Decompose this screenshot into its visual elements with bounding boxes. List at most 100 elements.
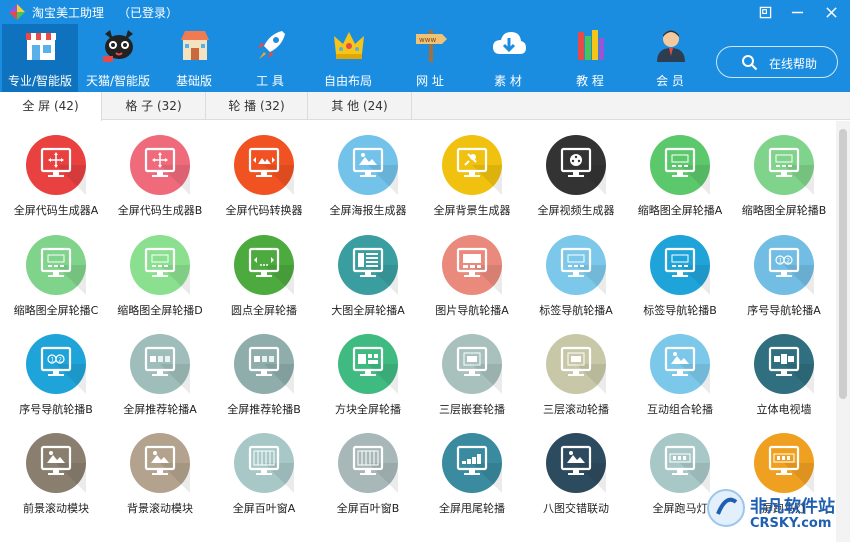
monitor-icon [546, 334, 606, 394]
module-tile-label: 缩略图全屏轮播A [637, 204, 723, 217]
module-tile[interactable]: 大图全屏轮播A [316, 221, 420, 319]
nav-item-materials[interactable]: 素 材 [470, 24, 546, 92]
module-tile[interactable]: 全屏视频生成器 [524, 121, 628, 219]
module-tile[interactable]: 全屏背景生成器 [420, 121, 524, 219]
module-tile[interactable]: 互动组合轮播 [628, 320, 732, 418]
module-tile[interactable]: 缩略图全屏轮播B [732, 121, 836, 219]
nav-label: 会 员 [656, 74, 684, 88]
monitor-icon [234, 334, 294, 394]
nav-item-basic[interactable]: 基础版 [156, 24, 232, 92]
tab-carousel[interactable]: 轮 播 (32) [206, 92, 308, 120]
tab-grid[interactable]: 格 子 (32) [102, 92, 206, 120]
monitor-icon [650, 235, 710, 295]
module-tile[interactable]: 前景滚动模块 [4, 419, 108, 517]
nav-item-free-layout[interactable]: 自由布局 [310, 24, 386, 92]
module-tile[interactable]: 全屏推荐轮播A [108, 320, 212, 418]
module-tile[interactable]: 标签导航轮播B [628, 221, 732, 319]
module-tile[interactable]: 全屏推荐轮播B [212, 320, 316, 418]
tab-fullscreen[interactable]: 全 屏 (42) [0, 92, 102, 121]
nav-item-tutorials[interactable]: 教 程 [552, 24, 628, 92]
module-tile[interactable]: 立体电视墙 [732, 320, 836, 418]
nav-item-pro[interactable]: 专业/智能版 [2, 24, 78, 92]
tab-other[interactable]: 其 他 (24) [308, 92, 412, 120]
module-tile[interactable]: 三层嵌套轮播 [420, 320, 524, 418]
title-bar: 淘宝美工助理 （已登录） [0, 0, 850, 24]
monitor-icon [442, 433, 502, 493]
watermark-logo-icon [707, 489, 745, 527]
nav-item-tmall[interactable]: 天猫/智能版 [80, 24, 156, 92]
monitor-icon [26, 235, 86, 295]
module-tile-label: 全屏海报生成器 [329, 204, 407, 217]
module-tile-label: 缩略图全屏轮播D [117, 304, 203, 317]
minimize-icon[interactable] [786, 2, 808, 24]
nav-label: 素 材 [494, 74, 522, 88]
online-help-label: 在线帮助 [769, 57, 818, 71]
top-bar: 淘宝美工助理 （已登录） 专业/智能版 天猫/智能版 基础版 工 具 自由布局 … [0, 0, 850, 92]
svg-text:1: 1 [50, 357, 54, 364]
books-icon [578, 30, 604, 60]
nav-item-tools[interactable]: 工 具 [232, 24, 308, 92]
module-tile[interactable]: 圆点全屏轮播 [212, 221, 316, 319]
monitor-icon: 12 [754, 235, 814, 295]
monitor-icon [26, 135, 86, 195]
close-icon[interactable] [820, 2, 842, 24]
module-tile[interactable]: 背景滚动模块 [108, 419, 212, 517]
nav-item-member[interactable]: 会 员 [632, 24, 708, 92]
app-title: 淘宝美工助理 [32, 6, 105, 20]
watermark-main-text: 非凡软件站 [750, 497, 835, 517]
module-tile[interactable]: 全屏代码生成器A [4, 121, 108, 219]
cloud-download-icon [493, 32, 526, 54]
module-tile[interactable]: 方块全屏轮播 [316, 320, 420, 418]
svg-text:www: www [419, 36, 436, 44]
shop-icon [181, 31, 209, 60]
module-tile[interactable]: 全屏百叶窗B [316, 419, 420, 517]
module-tile-label: 背景滚动模块 [127, 502, 193, 515]
module-tile-label: 序号导航轮播B [19, 403, 93, 416]
module-tile[interactable]: 全屏代码转换器 [212, 121, 316, 219]
module-tile-label: 圆点全屏轮播 [231, 304, 297, 317]
module-tile-label: 全屏代码生成器A [13, 204, 99, 217]
signpost-icon: www [416, 30, 447, 62]
module-tile-label: 八图交错联动 [543, 502, 609, 515]
module-tile[interactable]: 全屏代码生成器B [108, 121, 212, 219]
scrollbar-thumb[interactable] [839, 129, 847, 399]
module-tile-label: 全屏百叶窗A [232, 502, 296, 515]
monitor-icon [546, 135, 606, 195]
module-tile-label: 全屏推荐轮播B [227, 403, 301, 416]
nav-item-urls[interactable]: www 网 址 [392, 24, 468, 92]
monitor-icon [234, 135, 294, 195]
module-tile-label: 前景滚动模块 [23, 502, 89, 515]
module-tile[interactable]: 缩略图全屏轮播D [108, 221, 212, 319]
main-nav: 专业/智能版 天猫/智能版 基础版 工 具 自由布局 www 网 址 素 材 教… [0, 24, 715, 92]
nav-label: 网 址 [416, 74, 444, 88]
nav-label: 工 具 [256, 74, 284, 88]
module-tile[interactable]: 八图交错联动 [524, 419, 628, 517]
module-tile[interactable]: 全屏百叶窗A [212, 419, 316, 517]
nav-label: 教 程 [576, 74, 604, 88]
module-tile[interactable]: 缩略图全屏轮播A [628, 121, 732, 219]
module-tile-label: 互动组合轮播 [647, 403, 713, 416]
monitor-icon [130, 334, 190, 394]
module-tile[interactable]: 三层滚动轮播 [524, 320, 628, 418]
module-tile[interactable]: 1 2 序号导航轮播B [4, 320, 108, 418]
online-help-button[interactable]: 在线帮助 [716, 46, 838, 78]
module-tile-label: 缩略图全屏轮播C [13, 304, 99, 317]
module-tile[interactable]: 图片导航轮播A [420, 221, 524, 319]
monitor-icon [754, 334, 814, 394]
nav-label: 天猫/智能版 [85, 74, 151, 88]
monitor-icon [338, 433, 398, 493]
module-tile-label: 图片导航轮播A [435, 304, 509, 317]
module-tile[interactable]: 缩略图全屏轮播C [4, 221, 108, 319]
module-tile[interactable]: 1 2 序号导航轮播A [732, 221, 836, 319]
module-tile[interactable]: 全屏甩尾轮播 [420, 419, 524, 517]
monitor-icon [338, 135, 398, 195]
vertical-scrollbar[interactable] [836, 121, 850, 542]
monitor-icon [130, 235, 190, 295]
module-tile-label: 大图全屏轮播A [331, 304, 405, 317]
module-tile[interactable]: 标签导航轮播A [524, 221, 628, 319]
monitor-icon [650, 135, 710, 195]
module-tile-label: 标签导航轮播A [539, 304, 613, 317]
restore-icon[interactable] [754, 2, 776, 24]
module-tile-label: 全屏代码转换器 [225, 204, 303, 217]
module-tile[interactable]: 全屏海报生成器 [316, 121, 420, 219]
